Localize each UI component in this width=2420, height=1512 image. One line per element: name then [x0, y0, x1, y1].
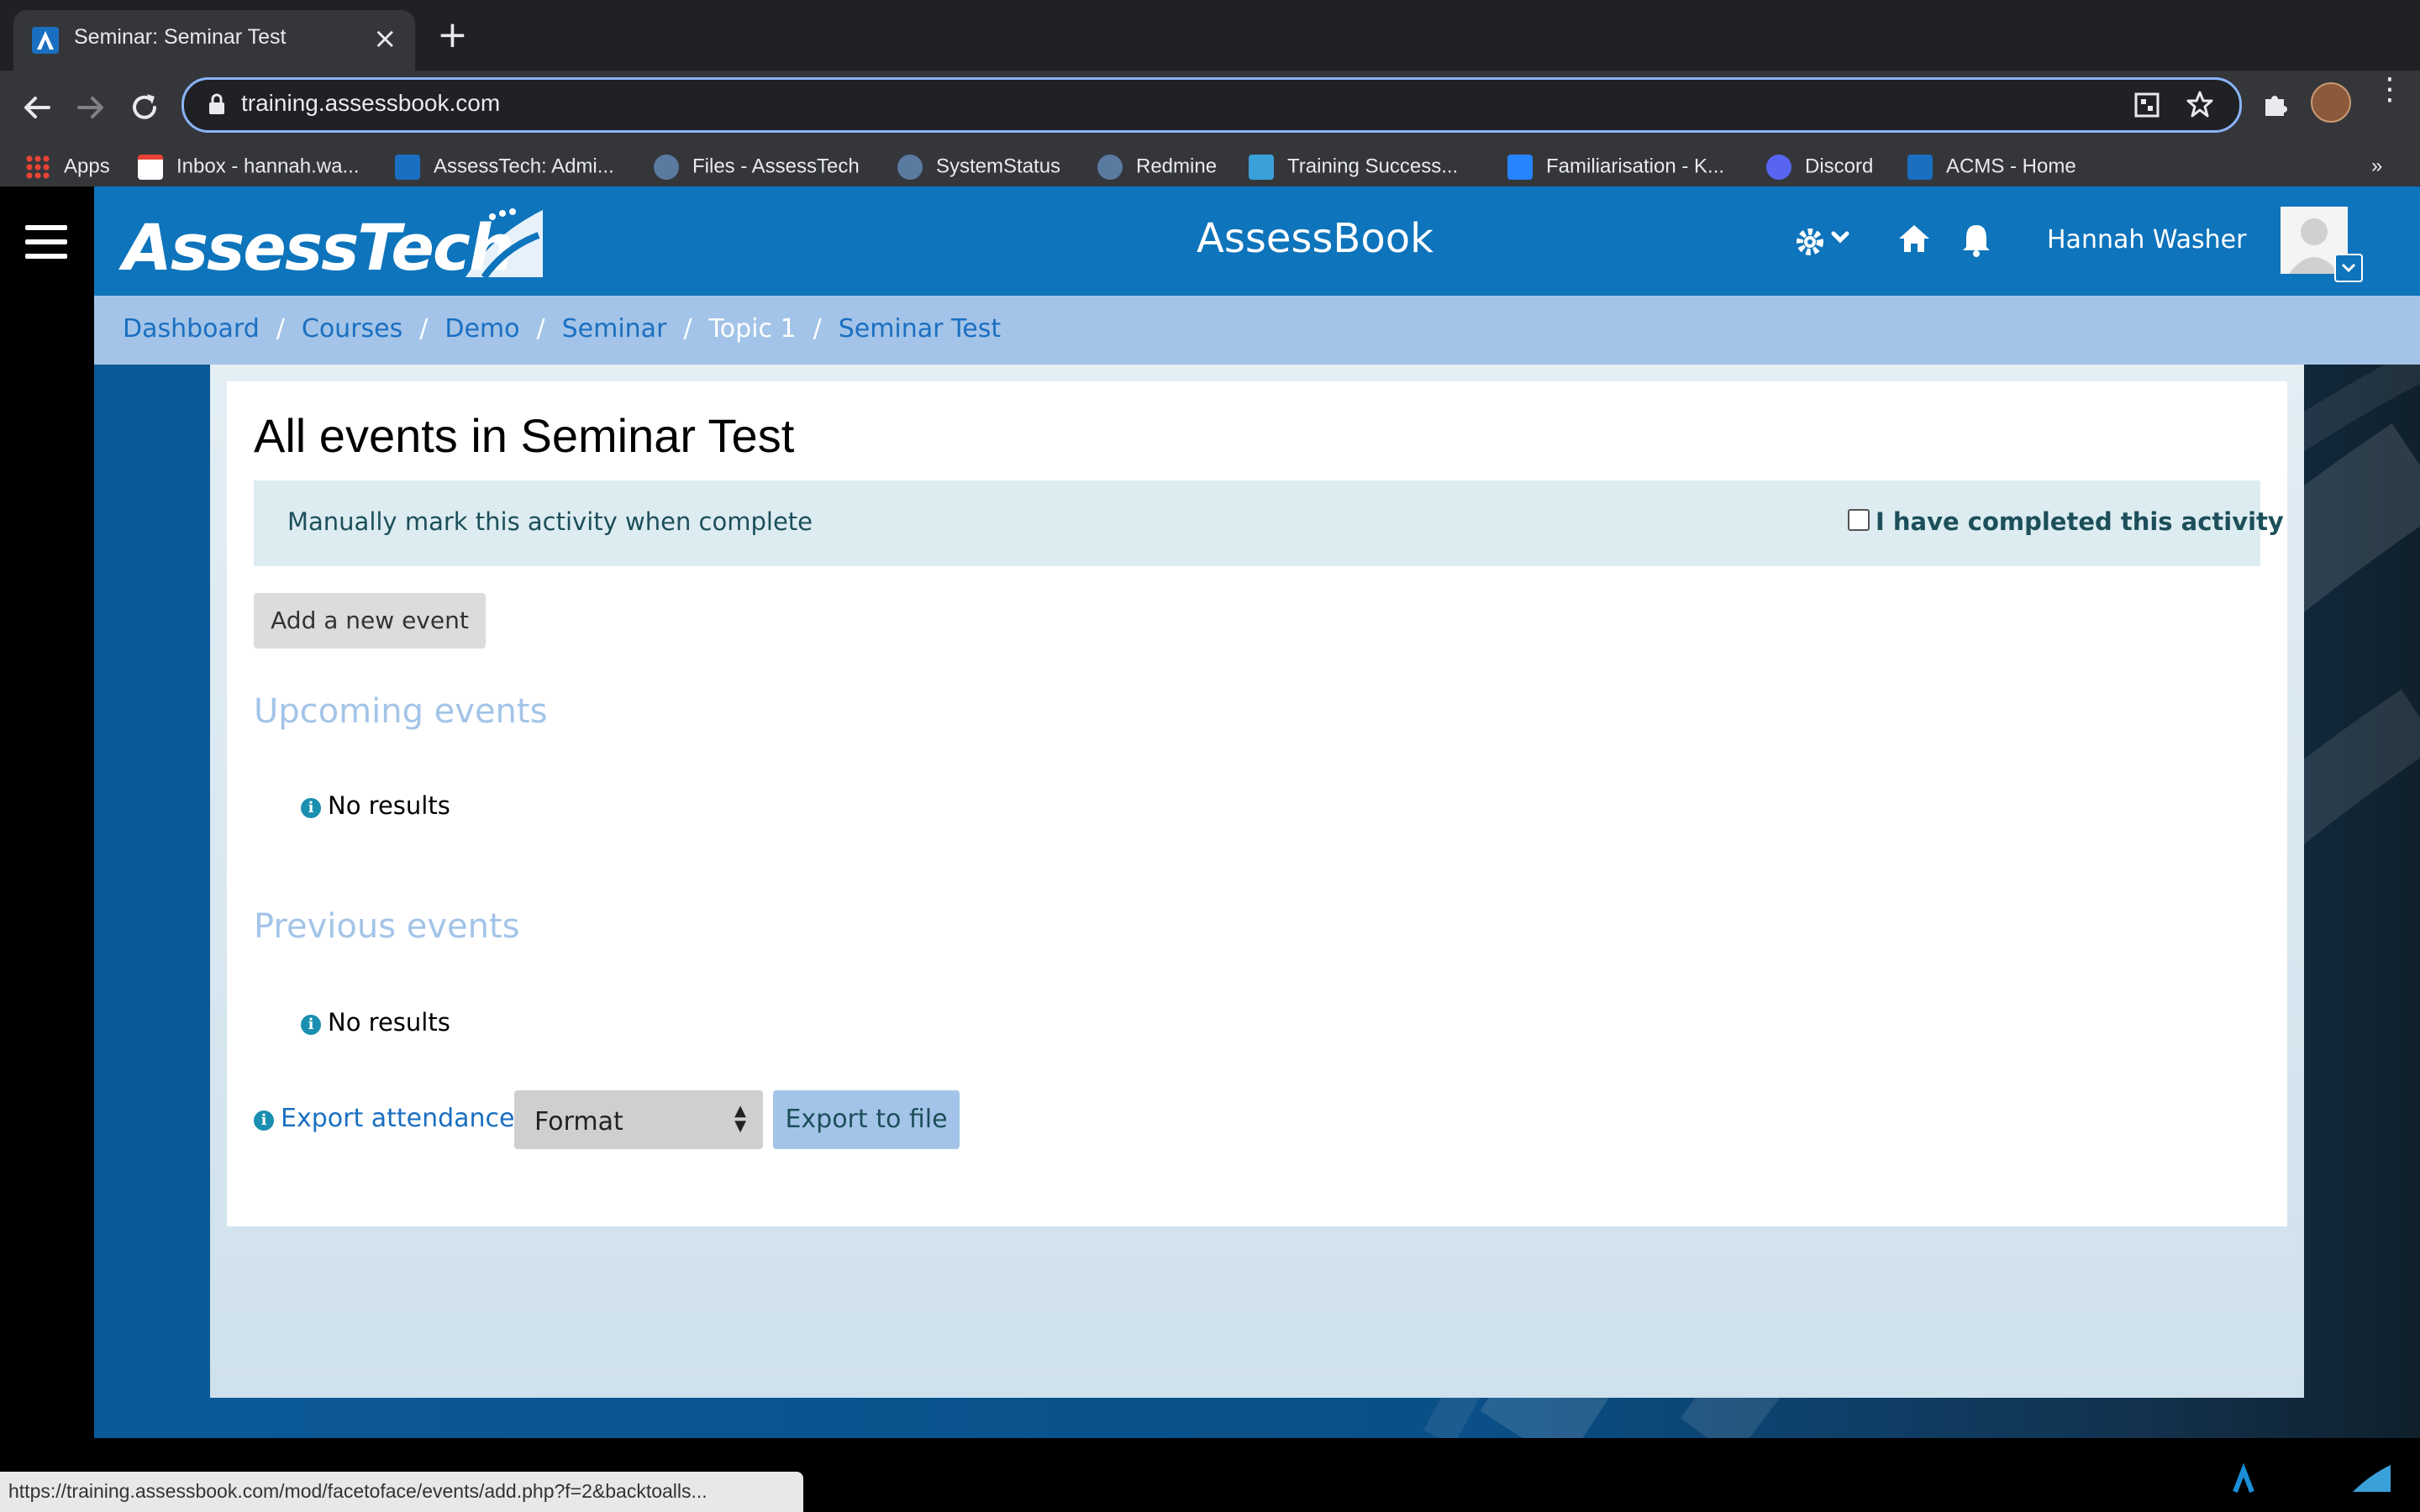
web-page: AssessTech AssessBook Hannah Washer Dash… — [0, 186, 2420, 1438]
bookmark-training-success[interactable]: Training Success... — [1249, 155, 1458, 180]
upcoming-events-heading: Upcoming events — [254, 692, 548, 731]
assesstech-logo[interactable]: AssessTech — [123, 202, 551, 289]
bookmark-familiarisation[interactable]: Familiarisation - K... — [1507, 155, 1724, 180]
address-bar[interactable]: training.assessbook.com — [182, 77, 2242, 133]
breadcrumb-separator: / — [536, 314, 545, 344]
bookmarks-overflow-icon[interactable]: » — [2371, 155, 2382, 178]
tab-close-icon[interactable]: × — [373, 22, 397, 55]
select-arrows-icon: ▲ ▼ — [734, 1102, 746, 1135]
breadcrumb-item[interactable]: Seminar Test — [839, 314, 1001, 344]
breadcrumb-list: Dashboard / Courses / Demo / Seminar / Topic 1 / S… — [123, 314, 1018, 344]
breadcrumb-item[interactable]: Dashboard — [123, 314, 260, 344]
info-icon: i — [301, 1015, 321, 1035]
user-menu-chevron-icon[interactable] — [2334, 254, 2363, 282]
star-bookmark-icon[interactable] — [2186, 90, 2214, 118]
assesstech-swirl-icon — [897, 155, 923, 180]
assesstech-icon — [1907, 155, 1933, 180]
menu-dots-icon[interactable]: ⋮ — [2375, 75, 2405, 105]
assesstech-swirl-icon — [654, 155, 679, 180]
training-icon — [1249, 155, 1274, 180]
user-name[interactable]: Hannah Washer — [2047, 225, 2246, 255]
previous-events-heading: Previous events — [254, 907, 520, 946]
breadcrumb-separator: / — [419, 314, 429, 344]
discord-icon — [1766, 155, 1791, 180]
format-select-value: Format — [534, 1107, 623, 1137]
format-select[interactable]: Format ▲ ▼ — [514, 1090, 763, 1149]
forward-arrow-icon[interactable] — [71, 87, 111, 128]
breadcrumb-item[interactable]: Demo — [445, 314, 519, 344]
upcoming-no-results: i No results — [301, 791, 450, 820]
url-text: training.assessbook.com — [241, 90, 501, 116]
bookmark-redmine[interactable]: Redmine — [1097, 155, 1217, 180]
breadcrumb-separator: / — [683, 314, 692, 344]
apps-grid-icon — [25, 155, 50, 180]
lock-icon — [209, 93, 224, 114]
logo-emblem-icon — [466, 208, 543, 280]
assesstech-favicon-icon — [32, 27, 59, 54]
breadcrumb-item[interactable]: Seminar — [562, 314, 667, 344]
browser-tab[interactable]: Seminar: Seminar Test × — [13, 10, 415, 71]
status-url: https://training.assessbook.com/mod/face… — [8, 1480, 708, 1502]
reload-icon[interactable] — [124, 87, 165, 128]
extensions-puzzle-icon[interactable] — [2259, 87, 2292, 121]
bookmark-discord[interactable]: Discord — [1766, 155, 1873, 180]
breadcrumb-separator: / — [813, 314, 822, 344]
home-icon[interactable] — [1896, 222, 1933, 255]
completion-checkbox-label[interactable]: I have completed this activity — [1876, 507, 2284, 536]
bookmark-systemstatus[interactable]: SystemStatus — [897, 155, 1060, 180]
profile-avatar[interactable] — [2311, 82, 2351, 123]
back-arrow-icon[interactable] — [17, 87, 57, 128]
add-new-event-button[interactable]: Add a new event — [254, 593, 486, 648]
bookmark-apps[interactable]: Apps — [25, 155, 110, 180]
left-drawer-strip — [0, 186, 94, 1438]
completion-box: Manually mark this activity when complet… — [254, 480, 2284, 566]
bookmark-assesstech-admin[interactable]: AssessTech: Admi... — [395, 155, 614, 180]
assesstech-icon — [395, 155, 420, 180]
confluence-icon — [1507, 155, 1533, 180]
main-card: All events in Seminar Test Manually mark… — [227, 381, 2287, 1226]
link-status-bar: https://training.assessbook.com/mod/face… — [0, 1472, 803, 1512]
tab-title: Seminar: Seminar Test — [74, 25, 287, 49]
breadcrumb-separator: / — [276, 314, 285, 344]
breadcrumb: Dashboard / Courses / Demo / Seminar / Topic 1 / S… — [94, 296, 2420, 365]
breadcrumb-item[interactable]: Courses — [302, 314, 402, 344]
page-title: All events in Seminar Test — [254, 409, 795, 462]
app-title: AssessBook — [1197, 215, 1434, 262]
settings-gear-icon[interactable] — [1791, 222, 1859, 260]
new-tab-icon[interactable]: + — [437, 17, 468, 54]
gmail-icon — [138, 155, 163, 180]
export-to-file-button[interactable]: Export to file — [773, 1090, 960, 1149]
info-icon: i — [301, 798, 321, 818]
qr-code-icon[interactable] — [2133, 92, 2160, 118]
completion-label: Manually mark this activity when complet… — [287, 507, 813, 536]
bookmark-files[interactable]: Files - AssessTech — [654, 155, 860, 180]
powered-by-assesstech-logo — [2233, 1462, 2391, 1494]
bell-notifications-icon[interactable] — [1960, 222, 1993, 259]
browser-tab-strip: Seminar: Seminar Test × + — [0, 0, 2420, 71]
bookmark-acms-home[interactable]: ACMS - Home — [1907, 155, 2076, 180]
previous-no-results: i No results — [301, 1008, 450, 1037]
hamburger-menu-icon[interactable] — [25, 225, 67, 259]
bookmark-inbox[interactable]: Inbox - hannah.wa... — [138, 155, 359, 180]
info-icon[interactable]: i — [254, 1110, 274, 1131]
site-header: AssessTech AssessBook Hannah Washer — [94, 186, 2420, 296]
breadcrumb-item: Topic 1 — [708, 314, 797, 344]
logo-text: AssessTech — [123, 210, 514, 285]
completion-checkbox[interactable] — [1848, 509, 1870, 531]
browser-toolbar: training.assessbook.com ⋮ Apps Inbox - h… — [0, 71, 2420, 200]
redmine-icon — [1097, 155, 1123, 180]
export-attendance-link[interactable]: i Export attendance — [254, 1104, 515, 1133]
